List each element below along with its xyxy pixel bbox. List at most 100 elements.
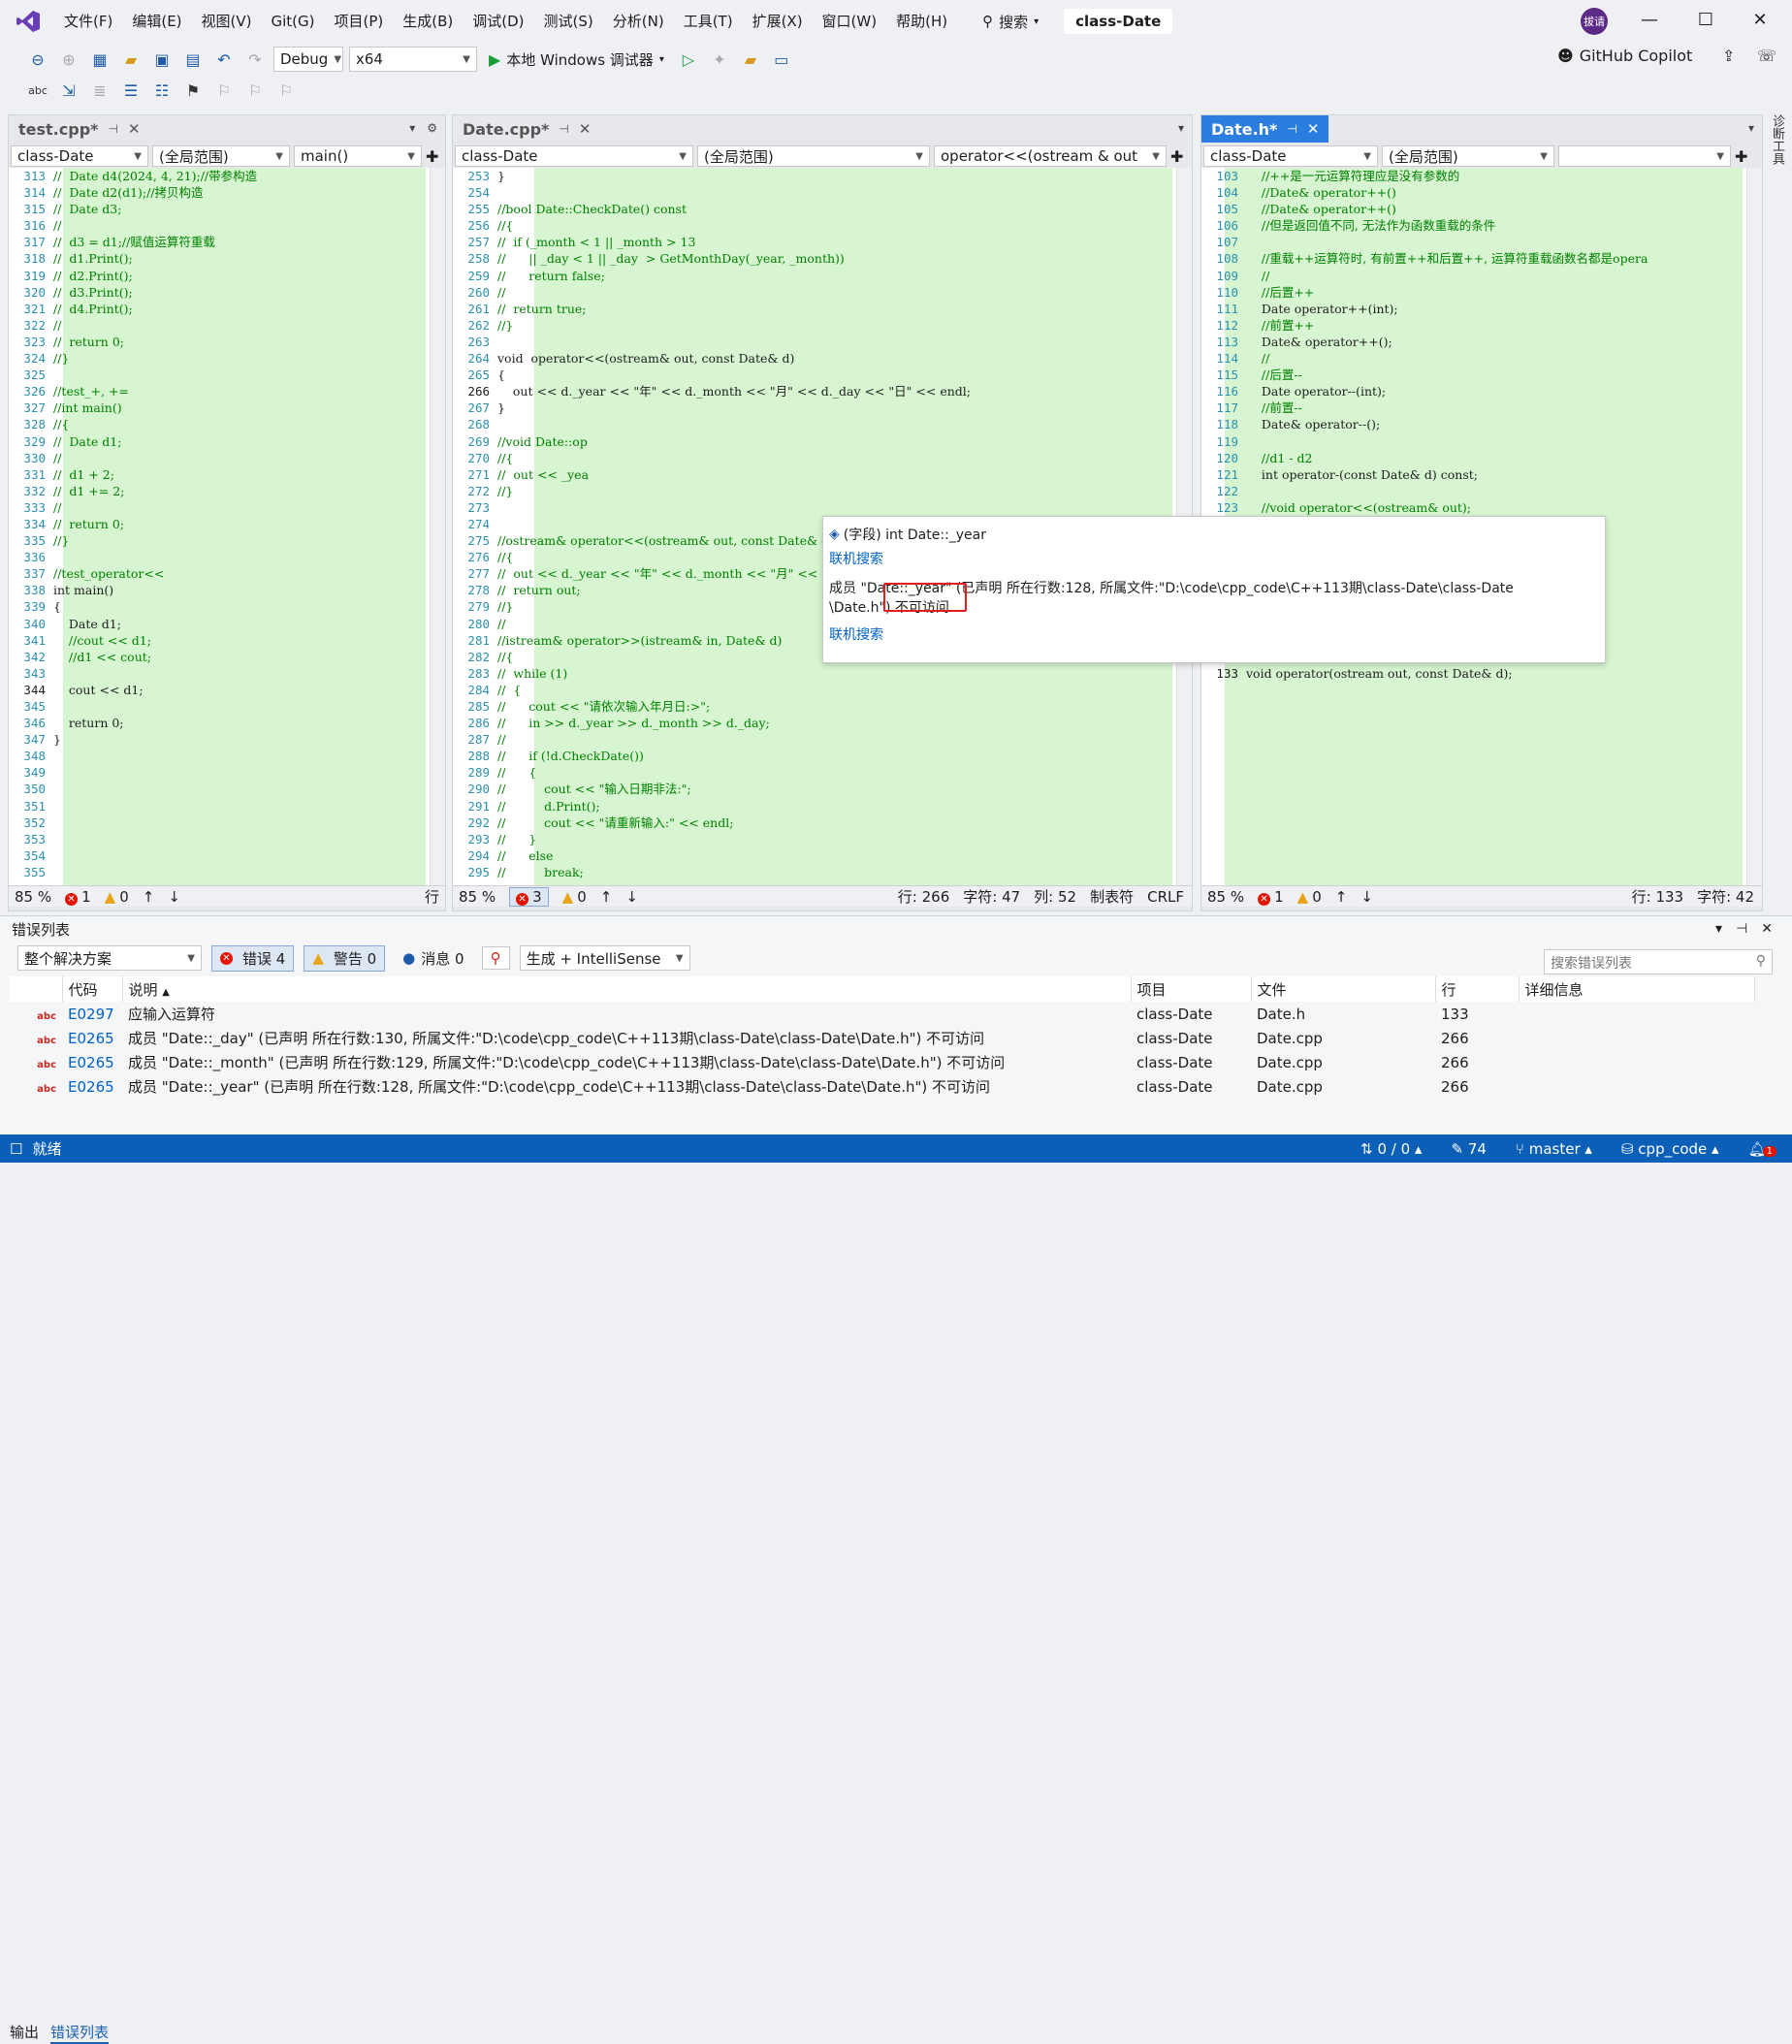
clear-bookmarks-icon[interactable]: ⚐ — [273, 78, 299, 103]
member-select[interactable]: operator<<(ostream & out ▼ — [934, 145, 1167, 167]
tab-date-h[interactable]: Date.h* ⊣ ✕ — [1201, 115, 1329, 143]
save-all-icon[interactable]: ▤ — [180, 47, 206, 72]
tab-overflow-icon[interactable]: ▾ — [409, 121, 415, 135]
code-line[interactable]: 324 //} — [9, 350, 445, 367]
error-code[interactable]: E0265 — [62, 1050, 122, 1074]
share-icon[interactable]: ⇪ — [1722, 47, 1735, 65]
new-project-icon[interactable]: ▦ — [87, 47, 112, 72]
tab-test-cpp[interactable]: test.cpp* ⊣ ✕ — [9, 115, 150, 143]
code-line[interactable]: 261 // return true; — [453, 301, 1192, 317]
code-line[interactable]: 269 //void Date::op — [453, 433, 1192, 450]
messages-filter-button[interactable]: ● 消息 0 — [395, 946, 471, 971]
feedback-icon[interactable]: ☏ — [1757, 47, 1776, 65]
close-icon[interactable]: ✕ — [1307, 120, 1320, 138]
vertical-scrollbar[interactable] — [430, 168, 445, 885]
code-line[interactable]: 340 Date d1; — [9, 616, 445, 632]
go-to-definition-icon[interactable]: ⇲ — [56, 78, 81, 103]
code-line[interactable]: 262 //} — [453, 317, 1192, 334]
pin-icon[interactable]: ⊣ — [109, 122, 118, 136]
arrow-up-icon[interactable]: ↑ — [600, 888, 613, 906]
tab-date-cpp[interactable]: Date.cpp* ⊣ ✕ — [453, 115, 600, 143]
code-line[interactable]: 121 int operator-(const Date& d) const; — [1201, 466, 1762, 483]
code-line[interactable]: 293 // } — [453, 831, 1192, 847]
forward-icon[interactable]: ⊕ — [56, 47, 81, 72]
code-line[interactable]: 118 Date& operator--(); — [1201, 416, 1762, 432]
menu-item[interactable]: 窗口(W) — [813, 0, 887, 43]
scope-filter-select[interactable]: 整个解决方案 ▼ — [17, 945, 202, 971]
error-count[interactable]: 3 — [532, 888, 542, 906]
code-line[interactable]: 285 // cout << "请依次输入年月日:>"; — [453, 698, 1192, 715]
code-line[interactable]: 283 // while (1) — [453, 665, 1192, 682]
code-line[interactable]: 325 — [9, 367, 445, 383]
code-line[interactable]: 330 // — [9, 450, 445, 466]
code-line[interactable]: 272 //} — [453, 483, 1192, 499]
code-line[interactable]: 289 // { — [453, 764, 1192, 781]
error-row[interactable]: abc E0265 成员 "Date::_month" (已声明 所在行数:129,… — [10, 1050, 1755, 1074]
pin-icon[interactable]: ⊣ — [559, 122, 568, 136]
zoom-level[interactable]: 85 % — [15, 888, 51, 906]
comment-icon[interactable]: ☰ — [118, 78, 144, 103]
code-line[interactable]: 327 //int main() — [9, 399, 445, 416]
tab-mode[interactable]: 制表符 — [1090, 886, 1134, 907]
code-line[interactable]: 255 //bool Date::CheckDate() const — [453, 201, 1192, 217]
code-line[interactable]: 119 — [1201, 433, 1762, 450]
code-line[interactable]: 295 // break; — [453, 864, 1192, 880]
notifications-button[interactable]: 🔔︎1 — [1748, 1140, 1776, 1158]
code-line[interactable]: 313 // Date d4(2024, 4, 21);//带参构造 — [9, 168, 445, 184]
code-line[interactable]: 112 //前置++ — [1201, 317, 1762, 334]
avatar[interactable]: 拔请 — [1581, 8, 1608, 35]
tab-overflow-icon[interactable]: ▾ — [1748, 121, 1754, 135]
code-line[interactable]: 259 // return false; — [453, 268, 1192, 284]
next-bookmark-icon[interactable]: ⚐ — [242, 78, 268, 103]
filter-button[interactable]: ⚲ — [481, 946, 510, 970]
warning-count[interactable]: 0 — [119, 888, 129, 906]
code-line[interactable]: 115 //后置-- — [1201, 367, 1762, 383]
warning-count[interactable]: 0 — [577, 888, 587, 906]
code-line[interactable]: 314 // Date d2(d1);//拷贝构造 — [9, 184, 445, 201]
close-icon[interactable]: ✕ — [1761, 921, 1773, 937]
code-line[interactable]: 344 cout << d1; — [9, 682, 445, 698]
message-icon[interactable]: ☐ — [10, 1140, 22, 1158]
menu-item[interactable]: 项目(P) — [325, 0, 394, 43]
code-line[interactable]: 258 // || _day < 1 || _day > GetMonthDay(… — [453, 250, 1192, 267]
error-code[interactable]: E0265 — [62, 1026, 122, 1050]
code-line[interactable]: 271 // out << _yea — [453, 466, 1192, 483]
code-line[interactable]: 110 //后置++ — [1201, 284, 1762, 301]
zoom-level[interactable]: 85 % — [1207, 888, 1244, 906]
code-line[interactable]: 260 // — [453, 284, 1192, 301]
pending-edits-indicator[interactable]: ✎ 74 — [1451, 1140, 1486, 1158]
project-select[interactable]: class-Date ▼ — [455, 145, 693, 167]
save-icon[interactable]: ▣ — [149, 47, 175, 72]
code-line[interactable]: 349 — [9, 764, 445, 781]
code-line[interactable]: 350 — [9, 781, 445, 797]
column-header-type[interactable] — [10, 976, 63, 1002]
minimize-icon[interactable]: — — [1635, 10, 1664, 30]
menu-item[interactable]: 扩展(X) — [743, 0, 813, 43]
code-line[interactable]: 343 — [9, 665, 445, 682]
code-line[interactable]: 266 out << d._year << "年" << d._month <<… — [453, 383, 1192, 399]
tab-overflow-icon[interactable]: ▾ — [1178, 121, 1184, 135]
error-code[interactable]: E0265 — [62, 1074, 122, 1099]
code-line[interactable]: 355 — [9, 864, 445, 880]
code-line[interactable]: 265 { — [453, 367, 1192, 383]
code-line[interactable]: 286 // in >> d._year >> d._month >> d._da… — [453, 715, 1192, 731]
member-select[interactable]: main() ▼ — [294, 145, 422, 167]
menu-item[interactable]: 生成(B) — [393, 0, 463, 43]
error-count[interactable]: 1 — [1274, 888, 1284, 906]
code-line[interactable]: 268 — [453, 416, 1192, 432]
menu-item[interactable]: 视图(V) — [192, 0, 262, 43]
code-line[interactable]: 337 //test_operator<< — [9, 565, 445, 582]
code-line[interactable]: 323 // return 0; — [9, 334, 445, 350]
code-line[interactable]: 291 // d.Print(); — [453, 798, 1192, 814]
code-line[interactable]: 315 // Date d3; — [9, 201, 445, 217]
code-line[interactable]: 114 // — [1201, 350, 1762, 367]
code-line[interactable]: 284 // { — [453, 682, 1192, 698]
code-line[interactable]: 254 — [453, 184, 1192, 201]
error-row[interactable]: abc E0265 成员 "Date::_year" (已声明 所在行数:128, … — [10, 1074, 1755, 1099]
maximize-icon[interactable]: ☐ — [1691, 10, 1720, 30]
source-filter-select[interactable]: 生成 + IntelliSense ▼ — [519, 945, 690, 971]
project-select[interactable]: class-Date ▼ — [1203, 145, 1378, 167]
code-line[interactable]: 108 //重载++运算符时, 有前置++和后置++, 运算符重载函数名都是op… — [1201, 250, 1762, 267]
project-select[interactable]: class-Date ▼ — [11, 145, 148, 167]
code-line[interactable]: 345 — [9, 698, 445, 715]
